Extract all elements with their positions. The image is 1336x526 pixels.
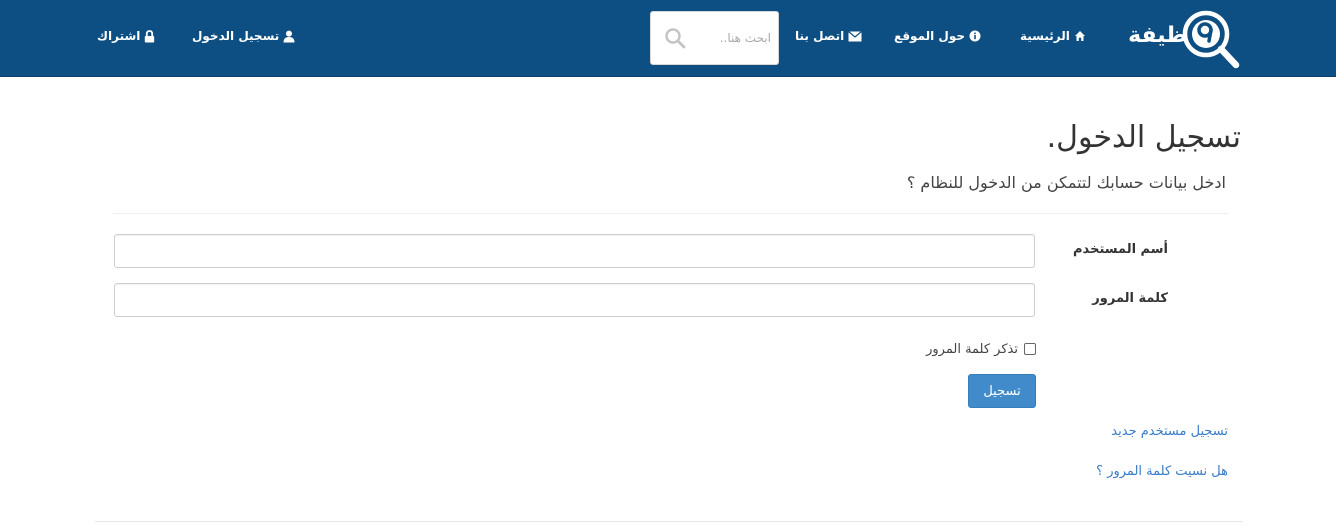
- nav-home[interactable]: الرئيسية: [1020, 26, 1086, 46]
- nav-signup[interactable]: اشتراك: [97, 26, 155, 46]
- section-divider: [113, 213, 1228, 214]
- info-circle-icon: [969, 30, 981, 42]
- nav-login-label: تسجيل الدخول: [192, 29, 280, 43]
- lock-icon: [145, 29, 155, 42]
- page-title: تسجيل الدخول.: [1046, 120, 1241, 155]
- username-label: أسم المستخدم: [1073, 242, 1168, 257]
- remember-checkbox[interactable]: [1024, 343, 1036, 355]
- nav-home-label: الرئيسية: [1020, 29, 1070, 43]
- username-input[interactable]: [114, 234, 1035, 268]
- login-submit-button[interactable]: تسجيل: [968, 374, 1036, 408]
- brand-name: ظيفة: [1128, 23, 1187, 48]
- search-box: [650, 11, 779, 65]
- forgot-password-link[interactable]: هل نسيت كلمة المرور ؟: [1096, 462, 1228, 482]
- nav-about[interactable]: حول الموقع: [894, 26, 981, 46]
- nav-signup-label: اشتراك: [97, 29, 141, 43]
- envelope-icon: [848, 30, 863, 41]
- user-icon: [283, 30, 295, 42]
- nav-login[interactable]: تسجيل الدخول: [192, 26, 295, 46]
- password-label: كلمة المرور: [1092, 291, 1168, 306]
- page-subtitle: ادخل بيانات حسابك لتتمكن من الدخول للنظا…: [906, 173, 1226, 192]
- register-link[interactable]: تسجيل مستخدم جديد: [1111, 422, 1228, 442]
- nav-contact[interactable]: اتصل بنا: [795, 26, 863, 46]
- password-input[interactable]: [114, 283, 1035, 317]
- top-navbar: ظيفة الرئيسية حول الموقع اتصل بنا تسجيل …: [0, 0, 1336, 77]
- search-icon[interactable]: [663, 26, 687, 50]
- magnifier-logo-icon: [1182, 10, 1240, 69]
- nav-about-label: حول الموقع: [894, 29, 966, 43]
- home-icon: [1074, 31, 1085, 41]
- nav-contact-label: اتصل بنا: [795, 29, 845, 43]
- remember-password-option[interactable]: تذكر كلمة المرور: [900, 339, 1036, 359]
- search-input[interactable]: [691, 26, 771, 50]
- brand-logo-link[interactable]: ظيفة: [1122, 8, 1242, 70]
- remember-label: تذكر كلمة المرور: [926, 341, 1018, 357]
- footer-divider: [95, 521, 1243, 522]
